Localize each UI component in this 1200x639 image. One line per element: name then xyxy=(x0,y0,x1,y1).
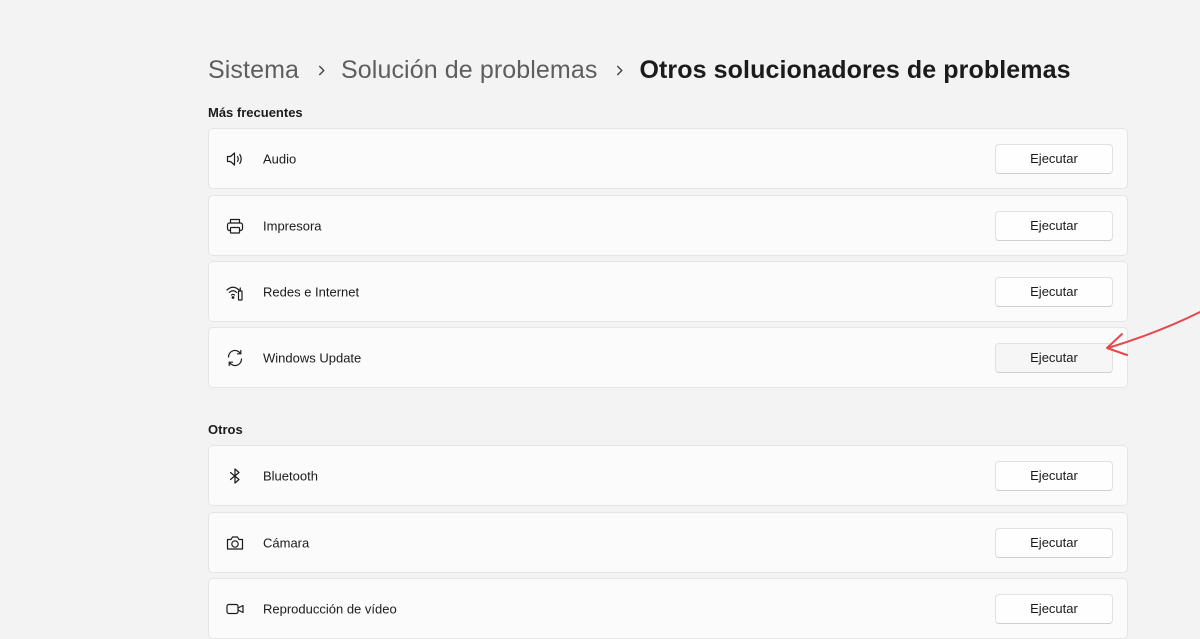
network-icon xyxy=(225,282,245,302)
troubleshooter-bluetooth: Bluetooth Ejecutar xyxy=(208,445,1128,506)
speaker-icon xyxy=(225,149,245,169)
run-audio-button[interactable]: Ejecutar xyxy=(995,143,1113,174)
chevron-right-icon xyxy=(611,62,627,78)
troubleshooter-label: Bluetooth xyxy=(263,468,318,483)
page-title: Otros solucionadores de problemas xyxy=(639,55,1071,84)
chevron-right-icon xyxy=(313,62,329,78)
breadcrumb-item-solucion-de-problemas[interactable]: Solución de problemas xyxy=(341,56,597,85)
troubleshooter-label: Impresora xyxy=(263,218,322,233)
troubleshooter-label: Reproducción de vídeo xyxy=(263,601,397,616)
breadcrumb: Sistema Solución de problemas Otros solu… xyxy=(208,52,1071,88)
video-icon xyxy=(225,599,245,619)
run-bluetooth-button[interactable]: Ejecutar xyxy=(995,460,1113,491)
bluetooth-icon xyxy=(225,466,245,486)
troubleshooter-windows-update: Windows Update Ejecutar xyxy=(208,327,1128,388)
printer-icon xyxy=(225,216,245,236)
section-title-otros: Otros xyxy=(208,422,243,437)
troubleshooter-label: Cámara xyxy=(263,535,310,550)
camera-icon xyxy=(225,533,245,553)
troubleshooter-camara: Cámara Ejecutar xyxy=(208,512,1128,573)
run-impresora-button[interactable]: Ejecutar xyxy=(995,210,1113,241)
troubleshooter-impresora: Impresora Ejecutar xyxy=(208,195,1128,256)
run-camara-button[interactable]: Ejecutar xyxy=(995,527,1113,558)
troubleshooter-label: Audio xyxy=(263,151,297,166)
run-reproduccion-de-video-button[interactable]: Ejecutar xyxy=(995,593,1113,624)
section-title-mas-frecuentes: Más frecuentes xyxy=(208,105,303,120)
troubleshooter-label: Redes e Internet xyxy=(263,284,360,299)
troubleshooter-audio: Audio Ejecutar xyxy=(208,128,1128,189)
breadcrumb-item-sistema[interactable]: Sistema xyxy=(208,56,299,85)
troubleshooter-redes-e-internet: Redes e Internet Ejecutar xyxy=(208,261,1128,322)
sync-icon xyxy=(225,348,245,368)
troubleshooter-label: Windows Update xyxy=(263,350,362,365)
arrow-annotation xyxy=(1106,311,1200,356)
